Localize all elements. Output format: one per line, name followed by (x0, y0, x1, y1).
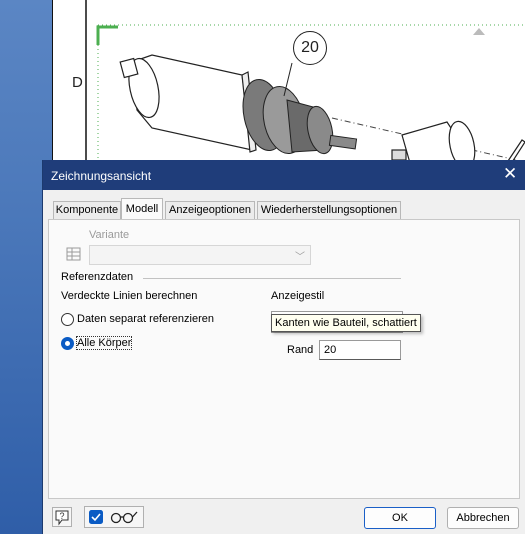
variante-label: Variante (89, 229, 130, 241)
sheet-row-label: D (72, 74, 83, 91)
model-tab-pane: Variante ﹀ Referenzdaten Verdeckte Linie… (48, 219, 520, 499)
table-icon (66, 247, 81, 261)
referenzdaten-heading: Referenzdaten (61, 271, 134, 283)
drawing-view-dialog: Zeichnungsansicht ✕ Komponente Modell An… (42, 160, 525, 534)
drawing-canvas[interactable]: D 20 (52, 0, 525, 170)
chevron-down-icon: ﹀ (295, 252, 305, 263)
dialog-titlebar[interactable]: Zeichnungsansicht ✕ (43, 160, 525, 190)
cancel-button[interactable]: Abbrechen (447, 507, 519, 529)
display-style-tooltip: Kanten wie Bauteil, schattiert (271, 314, 421, 332)
drawing-geometry (52, 0, 525, 170)
hidden-lines-label: Verdeckte Linien berechnen (61, 290, 198, 302)
radio-all-bodies[interactable] (61, 337, 74, 350)
tab-modell[interactable]: Modell (121, 198, 163, 220)
radio-separate[interactable] (61, 313, 74, 326)
section-divider (143, 278, 401, 279)
radio-all-bodies-label[interactable]: Alle Körper (75, 336, 133, 350)
options-toggle-group (84, 506, 144, 528)
ok-button[interactable]: OK (364, 507, 436, 529)
svg-text:?: ? (59, 511, 64, 521)
tab-komponente[interactable]: Komponente (53, 201, 121, 219)
margin-label: Rand (287, 344, 314, 356)
radio-separate-label[interactable]: Daten separat referenzieren (77, 313, 214, 325)
margin-input[interactable]: 20 (319, 340, 401, 360)
dialog-title: Zeichnungsansicht (51, 169, 152, 183)
display-style-label: Anzeigestil (271, 290, 325, 302)
close-icon[interactable]: ✕ (503, 165, 517, 183)
checkbox[interactable] (89, 510, 103, 524)
tab-wiederherstellungsoptionen[interactable]: Wiederherstellungsoptionen (257, 201, 401, 219)
help-button[interactable]: ? (52, 507, 72, 527)
glasses-icon[interactable] (109, 510, 139, 524)
variante-select[interactable]: ﹀ (89, 245, 311, 265)
part-balloon[interactable]: 20 (293, 31, 327, 65)
help-icon: ? (55, 510, 69, 526)
tab-anzeigeoptionen[interactable]: Anzeigeoptionen (165, 201, 255, 219)
